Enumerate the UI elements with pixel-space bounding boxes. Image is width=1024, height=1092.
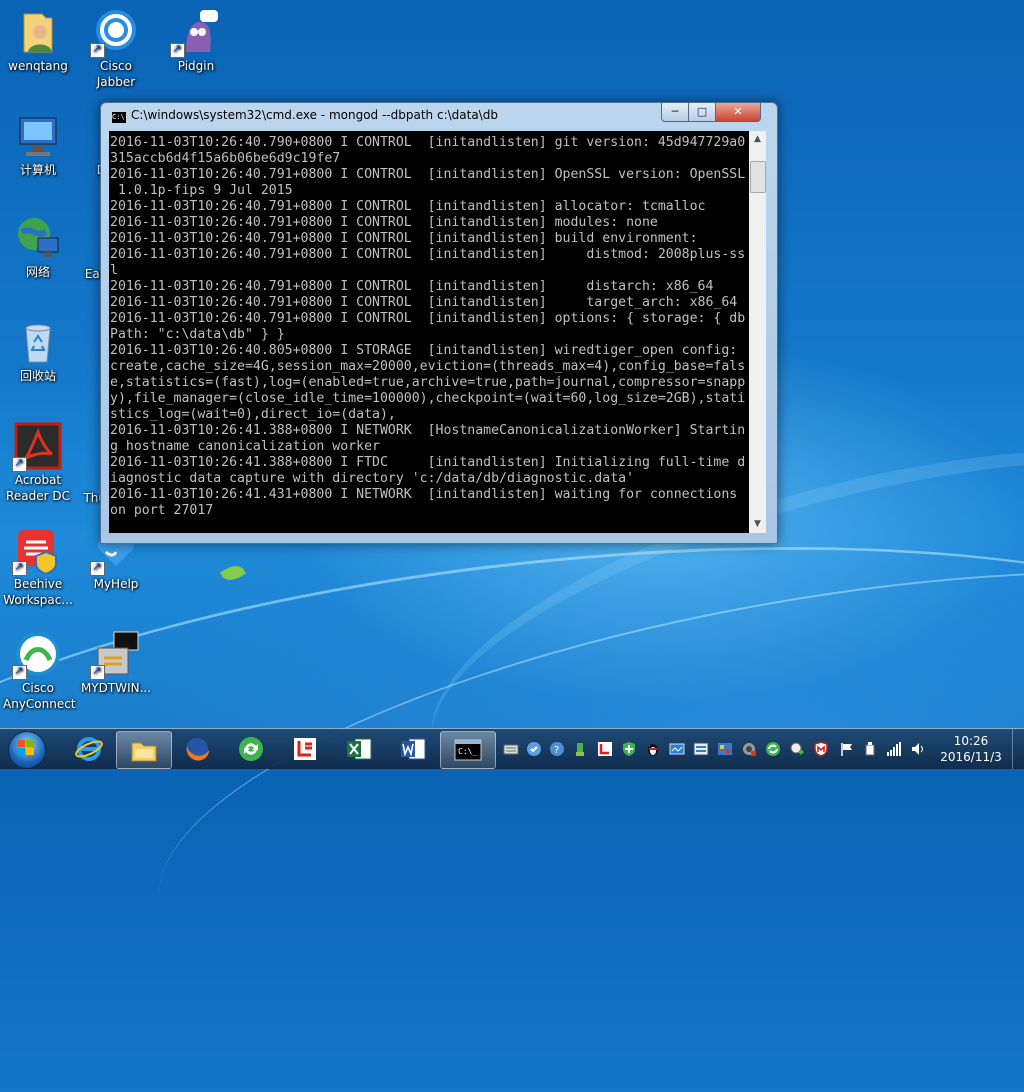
taskbar: C:\_ ? 10:26 2016/11/3 (0, 728, 1024, 769)
desktop-icon-cisco-jabber[interactable]: Cisco Jabber (80, 8, 152, 90)
shortcut-arrow-icon (170, 41, 185, 58)
console-output[interactable]: 2016-11-03T10:26:40.790+0800 I CONTROL [… (109, 131, 749, 533)
desktop-icon-label: Pidgin (177, 59, 215, 73)
desktop-icon-label: MyHelp (93, 577, 139, 591)
taskbar-internet-explorer[interactable] (62, 731, 116, 767)
desktop-icon-pidgin[interactable]: Pidgin (160, 8, 232, 74)
letv-tray-icon[interactable] (597, 741, 613, 757)
cisco-jabber-icon (90, 8, 140, 58)
close-button[interactable]: ✕ (715, 103, 761, 122)
clock-date: 2016/11/3 (940, 750, 1002, 764)
window-title: C:\windows\system32\cmd.exe - mongod --d… (131, 108, 498, 122)
power-tray-icon[interactable] (862, 741, 878, 757)
desktop-icon-computer[interactable]: 计算机 (2, 112, 74, 178)
tools-tray-icon[interactable] (741, 741, 757, 757)
cmd-icon: C:\_ (454, 739, 482, 761)
vpn-tray-icon[interactable] (789, 741, 805, 757)
desktop-icon-label: 回收站 (19, 369, 56, 383)
scrollbar-thumb[interactable] (750, 161, 766, 193)
svg-text:C:\_: C:\_ (458, 747, 477, 756)
system-clock[interactable]: 10:26 2016/11/3 (938, 733, 1004, 765)
window-manager-icon[interactable] (693, 741, 709, 757)
letv-icon (294, 738, 316, 760)
taskbar-refresh-app[interactable] (224, 731, 278, 767)
taskbar-letv[interactable] (278, 731, 332, 767)
taskbar-file-explorer[interactable] (116, 731, 172, 769)
user-folder-icon (14, 8, 62, 56)
window-titlebar[interactable]: C:\ C:\windows\system32\cmd.exe - mongod… (101, 103, 777, 131)
excel-icon (347, 738, 372, 760)
windows-flag-icon (17, 740, 35, 756)
desktop-icon-label: Cisco Jabber (96, 59, 136, 89)
cmd-icon: C:\ (111, 111, 127, 124)
firefox-icon (186, 738, 209, 761)
desktop-icon-label: Beehive Workspac... (3, 577, 73, 607)
taskbar-firefox[interactable] (170, 731, 224, 767)
desktop-icon-label: 网络 (25, 265, 50, 279)
desktop-icon-acrobat-reader[interactable]: Acrobat Reader DC (2, 422, 74, 504)
cisco-anyconnect-icon (12, 630, 62, 680)
cmd-window[interactable]: C:\ C:\windows\system32\cmd.exe - mongod… (100, 102, 778, 544)
network-icon (14, 214, 62, 262)
maximize-button[interactable]: □ (688, 103, 716, 122)
usb-tray-icon[interactable] (572, 741, 588, 757)
minimize-button[interactable]: ─ (661, 103, 689, 122)
qq-penguin-icon[interactable] (645, 741, 661, 757)
shortcut-arrow-icon (12, 559, 27, 576)
beehive-icon (12, 526, 62, 576)
desktop-icon-label: Cisco AnyConnect (3, 681, 76, 711)
shortcut-arrow-icon (90, 559, 105, 576)
scroll-up-icon[interactable]: ▲ (749, 131, 766, 148)
shortcut-arrow-icon (12, 663, 27, 680)
taskbar-cmd[interactable]: C:\_ (440, 731, 496, 769)
scroll-down-icon[interactable]: ▼ (749, 516, 766, 533)
console-text: 2016-11-03T10:26:40.790+0800 I CONTROL [… (110, 135, 746, 518)
start-button[interactable] (4, 730, 48, 769)
desktop-icon-mydtwin[interactable]: MYDTWIN... (80, 630, 152, 696)
refresh-app-icon (239, 737, 263, 761)
show-desktop-button[interactable] (1012, 729, 1024, 769)
word-icon (401, 738, 426, 760)
security-shield-icon[interactable] (621, 741, 637, 757)
signal-strength-icon[interactable] (886, 741, 902, 757)
svg-text:?: ? (554, 745, 559, 756)
mcafee-shield-icon[interactable] (813, 741, 829, 757)
shield-tray-icon[interactable] (526, 741, 542, 757)
recycle-bin-icon (14, 318, 62, 366)
acrobat-reader-icon (12, 422, 62, 472)
desktop-icon-beehive[interactable]: Beehive Workspac... (2, 526, 74, 608)
volume-icon[interactable] (910, 741, 926, 757)
desktop-icon-recycle-bin[interactable]: 回收站 (2, 318, 74, 384)
keyboard-icon[interactable] (503, 741, 519, 757)
desktop-icon-user-folder[interactable]: wenqtang (2, 8, 74, 74)
help-tray-icon[interactable]: ? (549, 741, 565, 757)
taskbar-word[interactable] (386, 731, 440, 767)
desktop-icon-cisco-anyconnect[interactable]: Cisco AnyConnect (2, 630, 76, 712)
display-settings-icon[interactable] (717, 741, 733, 757)
desktop-icon-network[interactable]: 网络 (2, 214, 74, 280)
desktop-icon-label: MYDTWIN... (80, 681, 152, 695)
pidgin-icon (170, 8, 220, 58)
file-explorer-icon (131, 742, 157, 762)
vertical-scrollbar[interactable]: ▲ ▼ (749, 131, 766, 533)
shortcut-arrow-icon (90, 663, 105, 680)
taskbar-excel[interactable] (332, 731, 386, 767)
clock-time: 10:26 (953, 734, 989, 748)
sync-tray-icon[interactable] (765, 741, 781, 757)
wallpaper-leaf (219, 561, 247, 585)
mydtwin-icon (90, 630, 140, 680)
computer-icon (14, 112, 62, 160)
desktop-icon-label: wenqtang (8, 59, 68, 73)
desktop-icon-label: 计算机 (19, 163, 56, 177)
internet-explorer-icon (75, 737, 103, 761)
shortcut-arrow-icon (90, 41, 105, 58)
shortcut-arrow-icon (12, 455, 27, 472)
network-tray-icon[interactable] (669, 741, 685, 757)
action-center-flag-icon[interactable] (839, 741, 855, 757)
desktop-icon-label: Acrobat Reader DC (6, 473, 70, 503)
